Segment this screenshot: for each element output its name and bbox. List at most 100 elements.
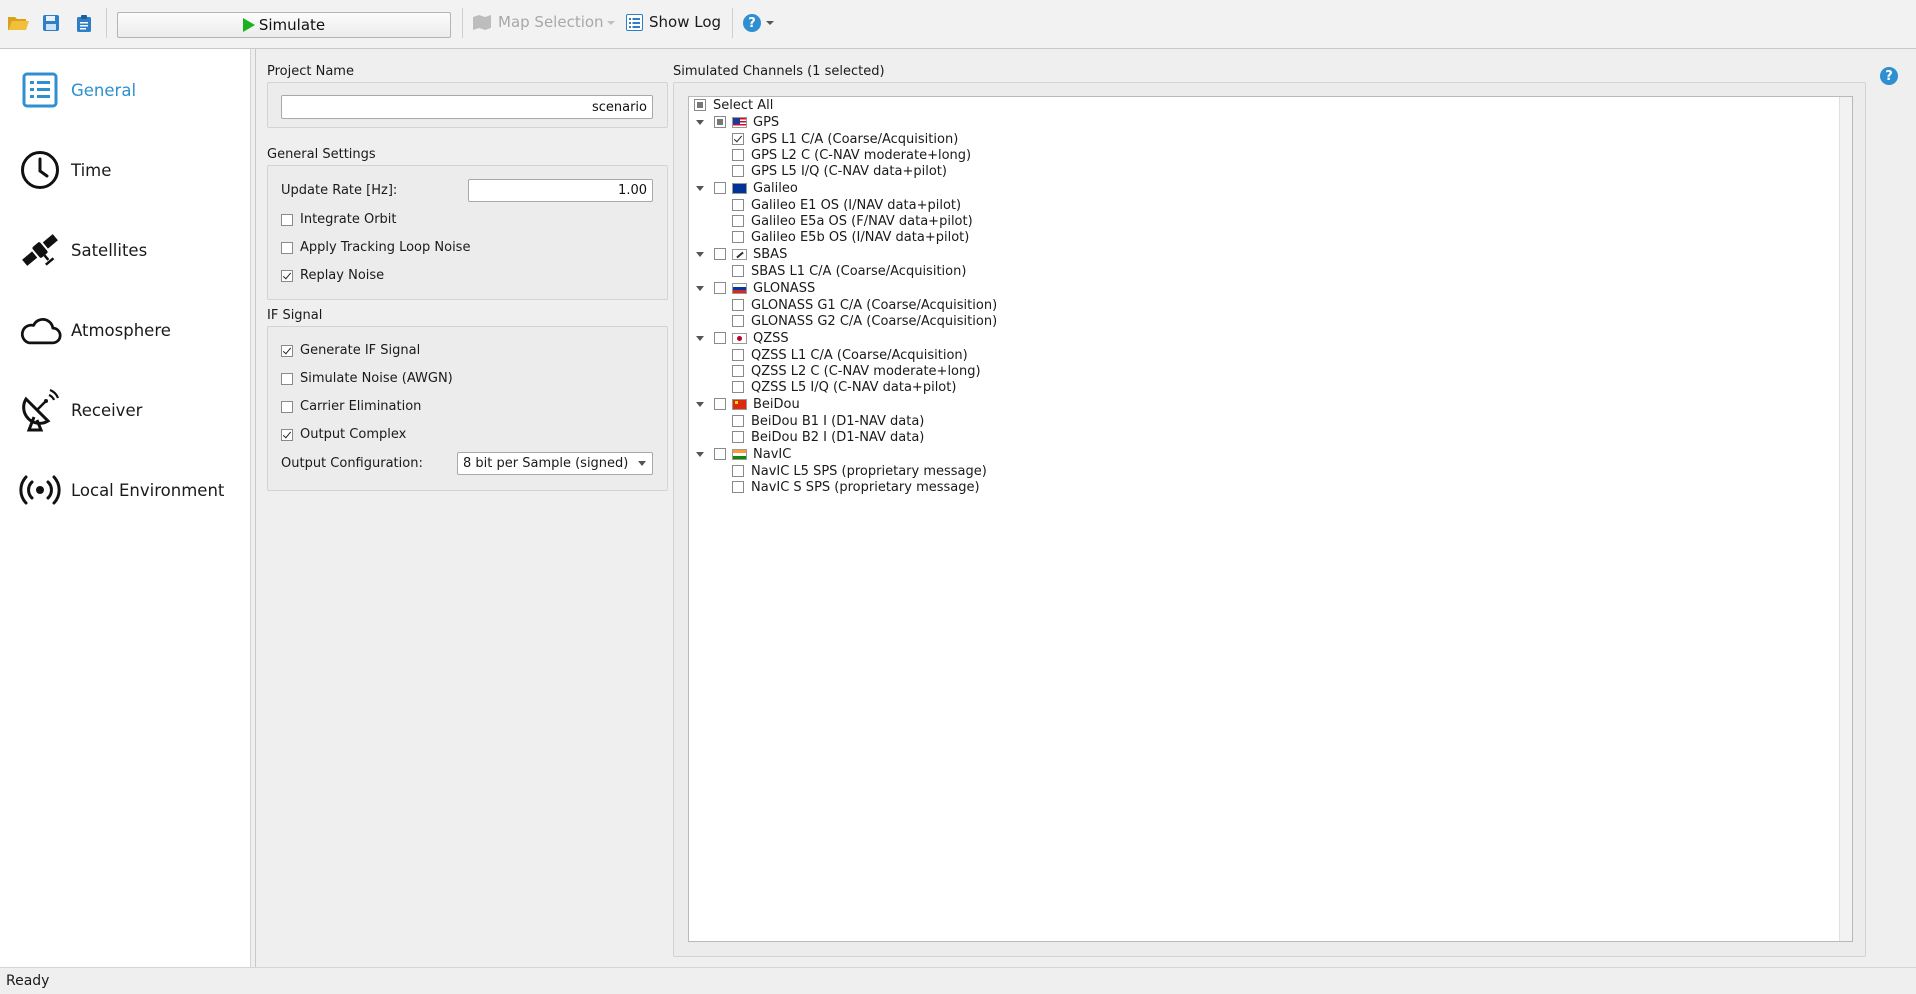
checkbox-box[interactable]: [732, 149, 744, 161]
simulate-noise-checkbox[interactable]: Simulate Noise (AWGN): [281, 371, 453, 386]
checkbox-box[interactable]: [281, 241, 293, 254]
tree-signal[interactable]: NavIC S SPS (proprietary message): [732, 479, 980, 495]
checkbox-box[interactable]: [281, 344, 293, 357]
expand-arrow-icon[interactable]: [696, 401, 704, 407]
replay-noise-checkbox[interactable]: Replay Noise: [281, 268, 384, 283]
checkbox-box[interactable]: [714, 116, 726, 128]
sidebar-item-local-environment[interactable]: Local Environment: [0, 455, 250, 525]
output-config-select[interactable]: 8 bit per Sample (signed): [457, 452, 653, 475]
help-icon[interactable]: ?: [741, 12, 763, 34]
checkbox-box[interactable]: [281, 428, 293, 441]
checkbox-box[interactable]: [714, 398, 726, 410]
tree-group-navic[interactable]: NavIC: [696, 446, 791, 462]
expand-arrow-icon[interactable]: [696, 285, 704, 291]
broadcast-icon: [18, 468, 62, 512]
simulate-button[interactable]: Simulate: [117, 12, 451, 38]
tree-signal[interactable]: SBAS L1 C/A (Coarse/Acquisition): [732, 263, 966, 279]
tree-signal[interactable]: GLONASS G2 C/A (Coarse/Acquisition): [732, 313, 997, 329]
tree-signal[interactable]: Galileo E1 OS (I/NAV data+pilot): [732, 197, 961, 213]
tree-group-beidou[interactable]: BeiDou: [696, 396, 800, 412]
open-folder-icon[interactable]: [7, 12, 29, 34]
checkbox-box[interactable]: [732, 231, 744, 243]
apply-tracking-noise-checkbox[interactable]: Apply Tracking Loop Noise: [281, 240, 470, 255]
help-dropdown-icon[interactable]: [764, 12, 776, 34]
map-selection-dropdown-icon[interactable]: [604, 12, 618, 34]
tree-signal[interactable]: GPS L5 I/Q (C-NAV data+pilot): [732, 163, 947, 179]
panel-help-icon[interactable]: ?: [1880, 67, 1898, 85]
tree-signal[interactable]: GPS L2 C (C-NAV moderate+long): [732, 147, 971, 163]
tree-group-gps[interactable]: GPS: [696, 114, 779, 130]
checkbox-box[interactable]: [714, 282, 726, 294]
list-icon: [18, 68, 62, 112]
tree-signal[interactable]: Galileo E5a OS (F/NAV data+pilot): [732, 213, 973, 229]
sidebar-item-receiver[interactable]: Receiver: [0, 375, 250, 445]
sbas-satellite-icon: [732, 248, 747, 260]
checkbox-box[interactable]: [732, 465, 744, 477]
tree-signal[interactable]: GPS L1 C/A (Coarse/Acquisition): [732, 131, 958, 147]
checkbox-box[interactable]: [732, 381, 744, 393]
map-icon: [473, 14, 491, 30]
expand-arrow-icon[interactable]: [696, 451, 704, 457]
checkbox-box[interactable]: [732, 349, 744, 361]
integrate-orbit-checkbox[interactable]: Integrate Orbit: [281, 212, 397, 227]
checkbox-box[interactable]: [732, 215, 744, 227]
output-complex-checkbox[interactable]: Output Complex: [281, 427, 406, 442]
toolbar-separator: [462, 8, 463, 38]
tree-signal[interactable]: QZSS L2 C (C-NAV moderate+long): [732, 363, 981, 379]
tree-signal[interactable]: GLONASS G1 C/A (Coarse/Acquisition): [732, 297, 997, 313]
expand-arrow-icon[interactable]: [696, 119, 704, 125]
checkbox-box[interactable]: [281, 372, 293, 385]
tree-group-qzss[interactable]: QZSS: [696, 330, 789, 346]
show-log-button[interactable]: Show Log: [626, 13, 721, 31]
clipboard-icon[interactable]: [73, 12, 95, 34]
checkbox-box[interactable]: [281, 269, 293, 282]
expand-arrow-icon[interactable]: [696, 335, 704, 341]
generate-if-checkbox[interactable]: Generate IF Signal: [281, 343, 420, 358]
checkbox-box[interactable]: [714, 182, 726, 194]
tree-select-all[interactable]: Select All: [694, 97, 773, 113]
update-rate-input[interactable]: 1.00: [468, 179, 653, 202]
channels-tree[interactable]: Select All GPS GPS L1 C/A (Coarse/Acquis…: [688, 96, 1853, 942]
tree-signal[interactable]: QZSS L1 C/A (Coarse/Acquisition): [732, 347, 968, 363]
project-name-title: Project Name: [267, 64, 354, 79]
tree-group-galileo[interactable]: Galileo: [696, 180, 798, 196]
carrier-elimination-checkbox[interactable]: Carrier Elimination: [281, 399, 421, 414]
tree-signal[interactable]: Galileo E5b OS (I/NAV data+pilot): [732, 229, 969, 245]
tree-signal[interactable]: BeiDou B1 I (D1-NAV data): [732, 413, 924, 429]
map-selection-button[interactable]: Map Selection: [472, 13, 604, 31]
project-name-input[interactable]: scenario: [281, 95, 653, 119]
checkbox-box[interactable]: [714, 448, 726, 460]
sidebar-item-general[interactable]: General: [0, 55, 250, 125]
tree-signal[interactable]: BeiDou B2 I (D1-NAV data): [732, 429, 924, 445]
checkbox-box[interactable]: [714, 248, 726, 260]
tree-group-sbas[interactable]: SBAS: [696, 246, 787, 262]
tree-signal[interactable]: QZSS L5 I/Q (C-NAV data+pilot): [732, 379, 956, 395]
checkbox-box[interactable]: [732, 299, 744, 311]
tree-group-glonass[interactable]: GLONASS: [696, 280, 815, 296]
save-icon[interactable]: [40, 12, 62, 34]
tree-signal[interactable]: NavIC L5 SPS (proprietary message): [732, 463, 987, 479]
status-text: Ready: [6, 973, 50, 989]
checkbox-box[interactable]: [281, 213, 293, 226]
sidebar-item-satellites[interactable]: Satellites: [0, 215, 250, 285]
checkbox-box[interactable]: [732, 133, 744, 145]
checkbox-box[interactable]: [732, 315, 744, 327]
sidebar-item-time[interactable]: Time: [0, 135, 250, 205]
checkbox-box[interactable]: [732, 265, 744, 277]
checkbox-box[interactable]: [714, 332, 726, 344]
clock-icon: [18, 148, 62, 192]
expand-arrow-icon[interactable]: [696, 251, 704, 257]
general-settings-title: General Settings: [267, 147, 376, 162]
expand-arrow-icon[interactable]: [696, 185, 704, 191]
checkbox-box[interactable]: [732, 199, 744, 211]
checkbox-box[interactable]: [281, 400, 293, 413]
checkbox-box[interactable]: [732, 415, 744, 427]
checkbox-box[interactable]: [732, 165, 744, 177]
checkbox-box[interactable]: [732, 365, 744, 377]
checkbox-box[interactable]: [694, 99, 706, 111]
checkbox-box[interactable]: [732, 481, 744, 493]
toolbar: Simulate Map Selection Show Log ?: [0, 0, 1916, 49]
checkbox-box[interactable]: [732, 431, 744, 443]
sidebar-item-atmosphere[interactable]: Atmosphere: [0, 295, 250, 365]
tree-scrollbar[interactable]: [1839, 97, 1852, 941]
